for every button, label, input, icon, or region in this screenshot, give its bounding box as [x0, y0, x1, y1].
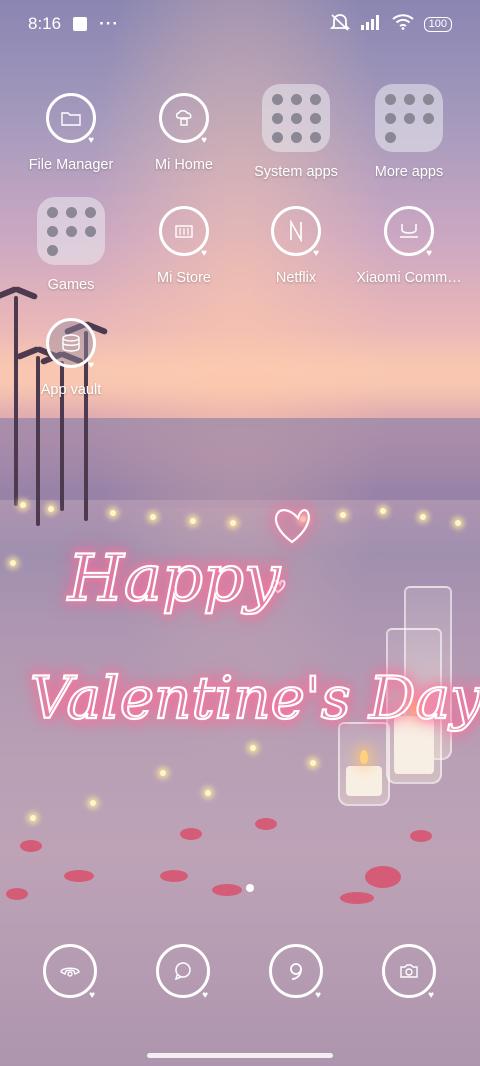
app-label: Mi Home	[154, 157, 213, 173]
mi-store-icon	[159, 206, 209, 259]
folder-grid-icon	[262, 84, 330, 152]
candle-jar	[338, 722, 390, 806]
browser-icon	[269, 944, 323, 1001]
app-label: App vault	[40, 382, 102, 398]
dock-messages[interactable]	[156, 944, 210, 1001]
app-vault-icon	[46, 318, 96, 371]
folder-icon	[46, 93, 96, 146]
rose-petal	[340, 892, 374, 904]
folder-grid-icon	[37, 197, 105, 265]
app-label: More apps	[374, 164, 444, 180]
phone-icon	[43, 944, 97, 1001]
app-label: Games	[47, 277, 95, 293]
rose-petal	[212, 884, 242, 896]
dock-phone[interactable]	[43, 944, 97, 1001]
app-label: Mi Store	[157, 270, 211, 286]
mi-home-icon	[159, 93, 209, 146]
rose-petal	[180, 828, 202, 840]
rose-petal	[410, 830, 432, 842]
app-app-vault[interactable]: App vault	[15, 318, 127, 418]
rose-petal	[160, 870, 188, 882]
home-indicator[interactable]	[147, 1053, 333, 1058]
rose-petal	[20, 840, 42, 852]
messages-icon	[156, 944, 210, 1001]
rose-petal	[64, 870, 94, 882]
app-xiaomi-community[interactable]: Xiaomi Comm…	[353, 206, 465, 306]
square-notification-icon	[73, 17, 88, 31]
dock-camera[interactable]	[382, 944, 436, 1001]
candle-jar	[386, 628, 442, 784]
folder-more-apps[interactable]: More apps	[353, 84, 465, 193]
folder-system-apps[interactable]: System apps	[240, 84, 352, 193]
signal-icon	[360, 14, 382, 35]
battery-icon: 100	[423, 16, 452, 32]
app-netflix[interactable]: Netflix	[240, 206, 352, 306]
app-mi-home[interactable]: Mi Home	[128, 93, 240, 193]
clock: 8:16	[28, 14, 62, 33]
xiaomi-community-icon	[384, 206, 434, 259]
more-dots-icon: ···	[99, 14, 120, 33]
app-file-manager[interactable]: File Manager	[15, 93, 127, 193]
app-label: Netflix	[275, 270, 317, 286]
rose-petal	[6, 888, 28, 900]
rose-petal	[255, 818, 277, 830]
folder-games[interactable]: Games	[15, 197, 127, 306]
app-label: System apps	[254, 164, 338, 180]
netflix-icon	[271, 206, 321, 259]
page-indicator[interactable]	[246, 884, 254, 892]
dock-browser[interactable]	[269, 944, 323, 1001]
app-label: File Manager	[28, 157, 114, 173]
mute-icon	[329, 13, 350, 36]
folder-grid-icon	[375, 84, 443, 152]
status-bar: 8:16 ··· 100	[0, 0, 480, 48]
camera-icon	[382, 944, 436, 1001]
string-lights	[0, 490, 480, 566]
app-mi-store[interactable]: Mi Store	[128, 206, 240, 306]
rose-petal	[365, 866, 401, 888]
app-label: Xiaomi Comm…	[356, 270, 462, 286]
wifi-icon	[392, 13, 414, 35]
